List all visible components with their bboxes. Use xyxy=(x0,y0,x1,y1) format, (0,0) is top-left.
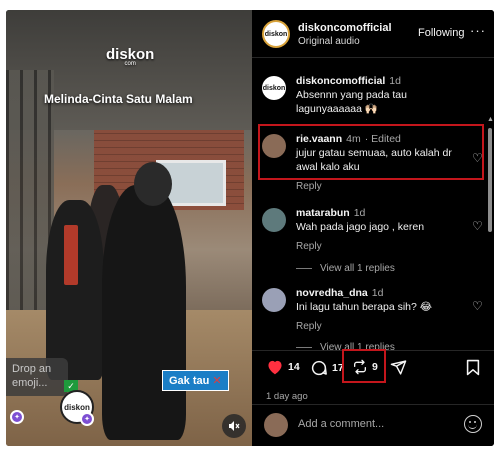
post-actions-bar: 14 17 9 1 day ago xyxy=(252,349,494,404)
comment-username[interactable]: matarabun xyxy=(296,207,350,219)
comment-text: Absennn yang pada tau lagunyaaaaaa 🙌🏻 xyxy=(296,89,407,115)
reply-button[interactable]: Reply xyxy=(296,240,464,254)
add-comment-bar xyxy=(252,404,494,446)
following-button[interactable]: Following xyxy=(418,27,464,39)
reply-button[interactable]: Reply xyxy=(296,180,464,194)
heart-filled-icon xyxy=(268,360,282,375)
drop-emoji-prompt[interactable]: Drop an emoji... xyxy=(6,358,68,396)
audio-label[interactable]: Original audio xyxy=(298,36,360,47)
like-comment-icon[interactable]: ♡ xyxy=(472,220,484,232)
scroll-up-icon[interactable]: ▲ xyxy=(487,116,494,123)
author-username[interactable]: diskoncomofficial xyxy=(298,22,392,34)
reply-button[interactable]: Reply xyxy=(296,320,464,334)
commenter-avatar[interactable] xyxy=(262,288,286,312)
post-modal: diskon com Melinda-Cinta Satu Malam Gak … xyxy=(6,10,494,446)
save-button[interactable] xyxy=(466,359,480,376)
video-scene-head xyxy=(134,162,172,206)
comment-button[interactable]: 17 xyxy=(310,359,344,377)
share-button[interactable] xyxy=(390,359,407,376)
post-header: diskon diskoncomofficial Original audio … xyxy=(252,10,494,58)
comment-bubble-icon xyxy=(311,360,327,376)
send-icon xyxy=(390,360,407,375)
emoji-picker-icon[interactable] xyxy=(464,415,482,433)
commenter-avatar[interactable] xyxy=(262,208,286,232)
view-replies-button[interactable]: View all 1 replies xyxy=(296,263,395,274)
repost-count: 9 xyxy=(372,361,378,373)
like-count: 14 xyxy=(288,361,300,373)
repost-icon xyxy=(354,359,366,375)
comment-text: Ini lagu tahun berapa sih? 😂 xyxy=(296,301,433,313)
author-avatar[interactable]: diskon xyxy=(262,20,290,48)
like-button[interactable]: 14 xyxy=(266,359,300,375)
comment-username[interactable]: novredha_dna xyxy=(296,287,368,299)
video-caption: Melinda-Cinta Satu Malam xyxy=(44,92,193,106)
muted-speaker-icon xyxy=(229,421,240,431)
comments-list: diskon diskoncomofficial 1d Absennn yang … xyxy=(252,58,494,350)
comment-text: Wah pada jago jago , keren xyxy=(296,221,425,233)
video-answer-badge: Gak tau ✕ xyxy=(162,370,229,391)
comment-time: 1d xyxy=(353,207,366,219)
post-side-panel: diskon diskoncomofficial Original audio … xyxy=(252,10,494,446)
post-date: 1 day ago xyxy=(266,391,308,402)
comment-highlight-box xyxy=(258,124,484,180)
video-scene-scarf xyxy=(64,225,78,285)
bookmark-icon xyxy=(466,359,480,376)
repost-button[interactable]: 9 xyxy=(352,359,378,375)
video-scene-person xyxy=(102,185,186,440)
overlay-avatar: ✦ xyxy=(6,394,30,428)
comments-scrollbar[interactable] xyxy=(488,128,492,232)
video-brand-logo: diskon com xyxy=(106,46,155,67)
comment-time: 1d xyxy=(389,75,401,87)
mute-button[interactable] xyxy=(222,414,246,438)
like-comment-icon[interactable]: ♡ xyxy=(472,300,484,312)
add-comment-input[interactable] xyxy=(298,418,448,430)
sparkle-icon: ✦ xyxy=(80,412,94,426)
more-options-icon[interactable]: ··· xyxy=(470,23,486,38)
current-user-avatar xyxy=(264,413,288,437)
comment-time: 1d xyxy=(371,287,384,299)
sparkle-icon: ✦ xyxy=(10,410,24,424)
comment-username[interactable]: diskoncomofficial xyxy=(296,75,385,87)
commenter-avatar[interactable]: diskon xyxy=(262,76,286,100)
